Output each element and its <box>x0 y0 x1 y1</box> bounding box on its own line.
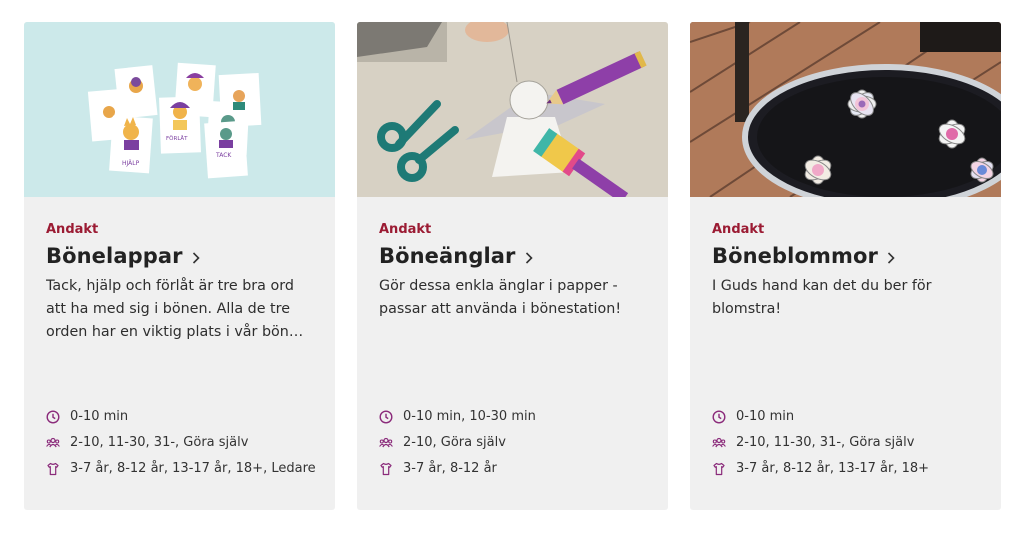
card-meta-time: 0-10 min <box>46 409 128 424</box>
chevron-right-icon <box>887 249 895 268</box>
time-text: 0-10 min, 10-30 min <box>403 409 536 424</box>
card-title: Böneblommor <box>712 244 878 268</box>
age-text: 3-7 år, 8-12 år, 13-17 år, 18+ <box>736 461 930 476</box>
card-meta-group: 2-10, 11-30, 31-, Göra själv <box>46 435 248 450</box>
card-category: Andakt <box>712 222 765 237</box>
card-description: I Guds hand kan det du ber för blomstra! <box>712 278 932 317</box>
card-category: Andakt <box>46 222 99 237</box>
group-icon <box>46 436 60 450</box>
age-text: 3-7 år, 8-12 år <box>403 461 497 476</box>
card-label-tack: TACK <box>215 152 232 159</box>
card-meta-time: 0-10 min <box>712 409 794 424</box>
card-label-hjalp: HJÄLP <box>122 160 140 167</box>
group-icon <box>712 436 726 450</box>
card-category: Andakt <box>379 222 432 237</box>
time-text: 0-10 min <box>736 409 795 424</box>
card-label-forlat: FÖRLÅT <box>166 135 188 142</box>
age-text: 3-7 år, 8-12 år, 13-17 år, 18+, Ledare <box>70 461 316 476</box>
card-title-link[interactable]: Bönelappar <box>46 244 200 268</box>
chevron-right-icon <box>525 249 533 268</box>
activity-card-boneblommor[interactable]: Andakt Böneblommor I Guds hand kan det d… <box>690 22 1001 510</box>
chevron-right-icon <box>192 249 200 268</box>
card-title: Bönelappar <box>46 244 183 268</box>
card-title: Böneänglar <box>379 244 516 268</box>
clock-icon <box>46 409 60 424</box>
shirt-icon <box>46 462 60 476</box>
time-text: 0-10 min <box>70 409 129 424</box>
group-size-text: 2-10, Göra själv <box>403 435 506 450</box>
clock-icon <box>379 409 393 424</box>
group-size-text: 2-10, 11-30, 31-, Göra själv <box>70 435 249 450</box>
card-image-paper-flowers <box>690 22 1001 197</box>
card-meta-age: 3-7 år, 8-12 år, 13-17 år, 18+, Ledare <box>46 461 316 476</box>
activity-card-list: HJÄLP FÖRLÅT TACK Andakt Bönelappar Tack… <box>0 0 1024 533</box>
shirt-icon <box>379 462 393 476</box>
card-description: Tack, hjälp och förlåt är tre bra ord at… <box>46 278 294 340</box>
card-image-paper-angel <box>357 22 668 197</box>
card-description: Gör dessa enkla änglar i papper - passar… <box>379 278 622 317</box>
activity-card-bonelappar[interactable]: HJÄLP FÖRLÅT TACK Andakt Bönelappar Tack… <box>24 22 335 510</box>
card-title-link[interactable]: Böneblommor <box>712 244 895 268</box>
card-title-link[interactable]: Böneänglar <box>379 244 533 268</box>
card-meta-group: 2-10, 11-30, 31-, Göra själv <box>712 435 914 450</box>
card-image-prayer-cards: HJÄLP FÖRLÅT TACK <box>24 22 335 197</box>
shirt-icon <box>712 462 726 476</box>
card-meta-age: 3-7 år, 8-12 år <box>379 461 497 476</box>
clock-icon <box>712 409 726 424</box>
group-icon <box>379 436 393 450</box>
card-meta-age: 3-7 år, 8-12 år, 13-17 år, 18+ <box>712 461 929 476</box>
activity-card-boneanglar[interactable]: Andakt Böneänglar Gör dessa enkla änglar… <box>357 22 668 510</box>
group-size-text: 2-10, 11-30, 31-, Göra själv <box>736 435 915 450</box>
card-meta-group: 2-10, Göra själv <box>379 435 506 450</box>
card-meta-time: 0-10 min, 10-30 min <box>379 409 536 424</box>
